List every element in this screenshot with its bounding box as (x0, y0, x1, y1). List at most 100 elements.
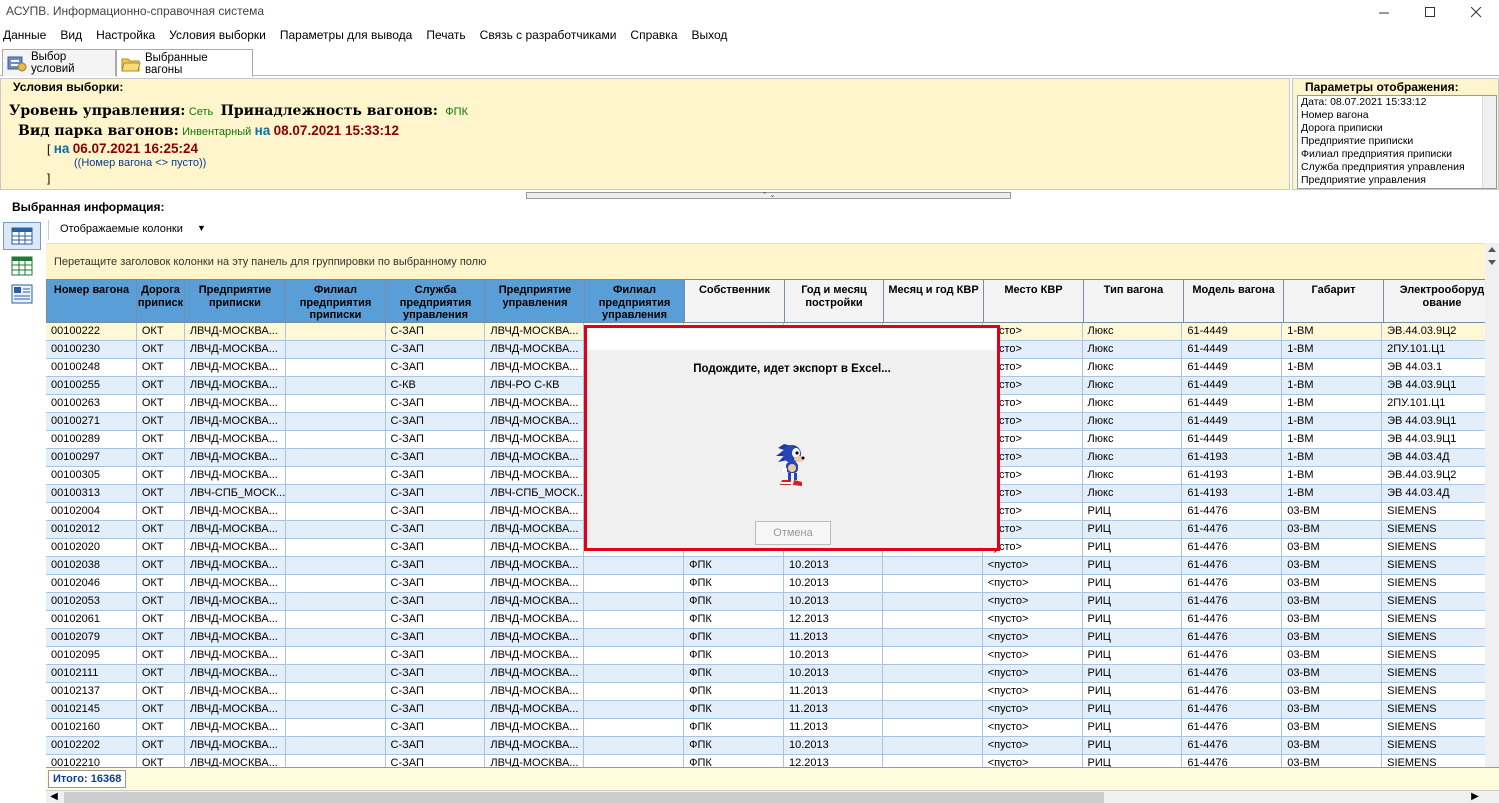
col-road-cell[interactable]: ОКТ (136, 323, 185, 341)
col-wagon-number-cell[interactable]: 00102004 (46, 503, 137, 521)
col-mgmt-service-cell[interactable]: С-ЗАП (385, 341, 486, 359)
col-owner-cell[interactable]: ФПК (684, 701, 784, 719)
col-build-date-cell[interactable]: 10.2013 (783, 575, 883, 593)
col-build-date-cell[interactable]: 11.2013 (783, 629, 883, 647)
col-owner-header[interactable]: Собственник (685, 279, 785, 323)
col-electrical-cell[interactable]: ЭВ.44.03.9Ц2 (1382, 323, 1499, 341)
col-electrical-cell[interactable]: SIEMENS (1382, 611, 1499, 629)
col-wagon-type-header[interactable]: Тип вагона (1084, 279, 1184, 323)
col-wagon-number-cell[interactable]: 00102061 (46, 611, 137, 629)
col-wagon-model-cell[interactable]: 61-4476 (1182, 665, 1283, 683)
excel-button[interactable] (3, 252, 41, 280)
col-wagon-number-cell[interactable]: 00102046 (46, 575, 137, 593)
col-kvr-date-cell[interactable] (882, 593, 983, 611)
grid-view-button[interactable] (3, 222, 41, 250)
col-build-date-header[interactable]: Год и месяц постройки (785, 279, 884, 323)
col-mgmt-enterprise-cell[interactable]: ЛВЧ-РО С-КВ (485, 377, 585, 395)
col-mgmt-enterprise-cell[interactable]: ЛВЧД-МОСКВА... (485, 431, 585, 449)
col-kvr-date-cell[interactable] (882, 665, 983, 683)
col-reg-branch-cell[interactable] (285, 647, 386, 665)
col-wagon-type-cell[interactable]: РИЦ (1082, 683, 1183, 701)
col-road-cell[interactable]: ОКТ (136, 449, 185, 467)
col-electrical-header[interactable]: Электрооборуд ование (1384, 279, 1499, 323)
table-row[interactable]: 00102137 ОКТ ЛВЧД-МОСКВА... С-ЗАП ЛВЧД-МОСКВ… (46, 683, 1499, 701)
col-wagon-model-cell[interactable]: 61-4476 (1182, 701, 1283, 719)
menu-output-params[interactable]: Параметры для вывода (273, 24, 419, 46)
col-reg-enterprise-cell[interactable]: ЛВЧД-МОСКВА... (184, 521, 286, 539)
table-row[interactable]: 00102111 ОКТ ЛВЧД-МОСКВА... С-ЗАП ЛВЧД-МОСКВ… (46, 665, 1499, 683)
col-mgmt-branch-cell[interactable] (584, 629, 685, 647)
col-mgmt-enterprise-cell[interactable]: ЛВЧ-СПБ_МОСК... (485, 485, 585, 503)
col-reg-enterprise-cell[interactable]: ЛВЧД-МОСКВА... (184, 737, 286, 755)
col-reg-enterprise-cell[interactable]: ЛВЧД-МОСКВА... (184, 701, 286, 719)
col-wagon-model-cell[interactable]: 61-4476 (1182, 683, 1283, 701)
params-item[interactable]: Дата: 08.07.2021 15:33:12 (1298, 96, 1496, 109)
col-mgmt-service-cell[interactable]: С-ЗАП (385, 485, 486, 503)
col-reg-enterprise-cell[interactable]: ЛВЧД-МОСКВА... (184, 593, 286, 611)
col-electrical-cell[interactable]: SIEMENS (1382, 629, 1499, 647)
col-mgmt-enterprise-cell[interactable]: ЛВЧД-МОСКВА... (485, 665, 585, 683)
col-reg-enterprise-cell[interactable]: ЛВЧД-МОСКВА... (184, 665, 286, 683)
cancel-button[interactable]: Отмена (755, 521, 831, 545)
col-mgmt-service-cell[interactable]: С-КВ (385, 377, 486, 395)
col-wagon-model-cell[interactable]: 61-4193 (1182, 449, 1283, 467)
col-road-cell[interactable]: ОКТ (136, 539, 185, 557)
params-list[interactable]: Дата: 08.07.2021 15:33:12 Номер вагона Д… (1297, 95, 1497, 189)
table-row[interactable]: 00102202 ОКТ ЛВЧД-МОСКВА... С-ЗАП ЛВЧД-МОСКВ… (46, 737, 1499, 755)
table-row[interactable]: 00102061 ОКТ ЛВЧД-МОСКВА... С-ЗАП ЛВЧД-МОСКВ… (46, 611, 1499, 629)
col-road-header[interactable]: Дорога приписк (137, 279, 185, 323)
col-reg-branch-cell[interactable] (285, 665, 386, 683)
col-wagon-type-cell[interactable]: РИЦ (1082, 647, 1183, 665)
col-wagon-type-cell[interactable]: РИЦ (1082, 593, 1183, 611)
col-mgmt-service-cell[interactable]: С-ЗАП (385, 395, 486, 413)
col-reg-branch-cell[interactable] (285, 359, 386, 377)
col-wagon-type-cell[interactable]: РИЦ (1082, 611, 1183, 629)
col-gabarit-cell[interactable]: 1-ВМ (1282, 485, 1383, 503)
col-owner-cell[interactable]: ФПК (684, 611, 784, 629)
col-mgmt-service-cell[interactable]: С-ЗАП (385, 611, 486, 629)
col-kvr-place-cell[interactable]: <пусто> (982, 557, 1083, 575)
params-scrollbar[interactable] (1482, 96, 1496, 188)
table-row[interactable]: 00102095 ОКТ ЛВЧД-МОСКВА... С-ЗАП ЛВЧД-МОСКВ… (46, 647, 1499, 665)
col-wagon-number-cell[interactable]: 00102012 (46, 521, 137, 539)
params-item[interactable]: Служба предприятия управления (1298, 161, 1496, 174)
col-build-date-cell[interactable]: 11.2013 (783, 719, 883, 737)
col-electrical-cell[interactable]: ЭВ 44.03.1 (1382, 359, 1499, 377)
col-wagon-number-cell[interactable]: 00102210 (46, 755, 137, 767)
col-mgmt-service-header[interactable]: Служба предприятия управления (386, 279, 486, 323)
col-kvr-date-cell[interactable] (882, 683, 983, 701)
col-electrical-cell[interactable]: SIEMENS (1382, 755, 1499, 767)
menu-help[interactable]: Справка (623, 24, 684, 46)
tab-selected-wagons[interactable]: Выбранные вагоны (116, 49, 253, 77)
col-reg-branch-cell[interactable] (285, 467, 386, 485)
col-wagon-type-cell[interactable]: РИЦ (1082, 701, 1183, 719)
col-wagon-model-cell[interactable]: 61-4476 (1182, 611, 1283, 629)
col-build-date-cell[interactable]: 10.2013 (783, 647, 883, 665)
col-wagon-type-cell[interactable]: РИЦ (1082, 665, 1183, 683)
col-mgmt-branch-cell[interactable] (584, 611, 685, 629)
col-wagon-model-cell[interactable]: 61-4449 (1182, 359, 1283, 377)
col-mgmt-service-cell[interactable]: С-ЗАП (385, 467, 486, 485)
col-road-cell[interactable]: ОКТ (136, 485, 185, 503)
col-electrical-cell[interactable]: SIEMENS (1382, 575, 1499, 593)
col-build-date-cell[interactable]: 11.2013 (783, 683, 883, 701)
menu-exit[interactable]: Выход (685, 24, 735, 46)
col-mgmt-enterprise-cell[interactable]: ЛВЧД-МОСКВА... (485, 737, 585, 755)
chevron-down-icon[interactable]: ▼ (197, 223, 206, 233)
col-reg-branch-cell[interactable] (285, 449, 386, 467)
col-kvr-date-cell[interactable] (882, 629, 983, 647)
col-electrical-cell[interactable]: ЭВ.44.03.9Ц2 (1382, 467, 1499, 485)
col-wagon-model-cell[interactable]: 61-4449 (1182, 377, 1283, 395)
col-road-cell[interactable]: ОКТ (136, 683, 185, 701)
menu-data[interactable]: Данные (0, 24, 53, 46)
col-electrical-cell[interactable]: SIEMENS (1382, 539, 1499, 557)
col-kvr-date-cell[interactable] (882, 611, 983, 629)
col-wagon-type-cell[interactable]: РИЦ (1082, 737, 1183, 755)
col-road-cell[interactable]: ОКТ (136, 377, 185, 395)
col-gabarit-cell[interactable]: 03-ВМ (1282, 737, 1383, 755)
col-wagon-type-cell[interactable]: РИЦ (1082, 503, 1183, 521)
col-kvr-place-cell[interactable]: <пусто> (982, 629, 1083, 647)
col-kvr-date-cell[interactable] (882, 737, 983, 755)
col-wagon-model-cell[interactable]: 61-4476 (1182, 503, 1283, 521)
menu-settings[interactable]: Настройка (89, 24, 162, 46)
